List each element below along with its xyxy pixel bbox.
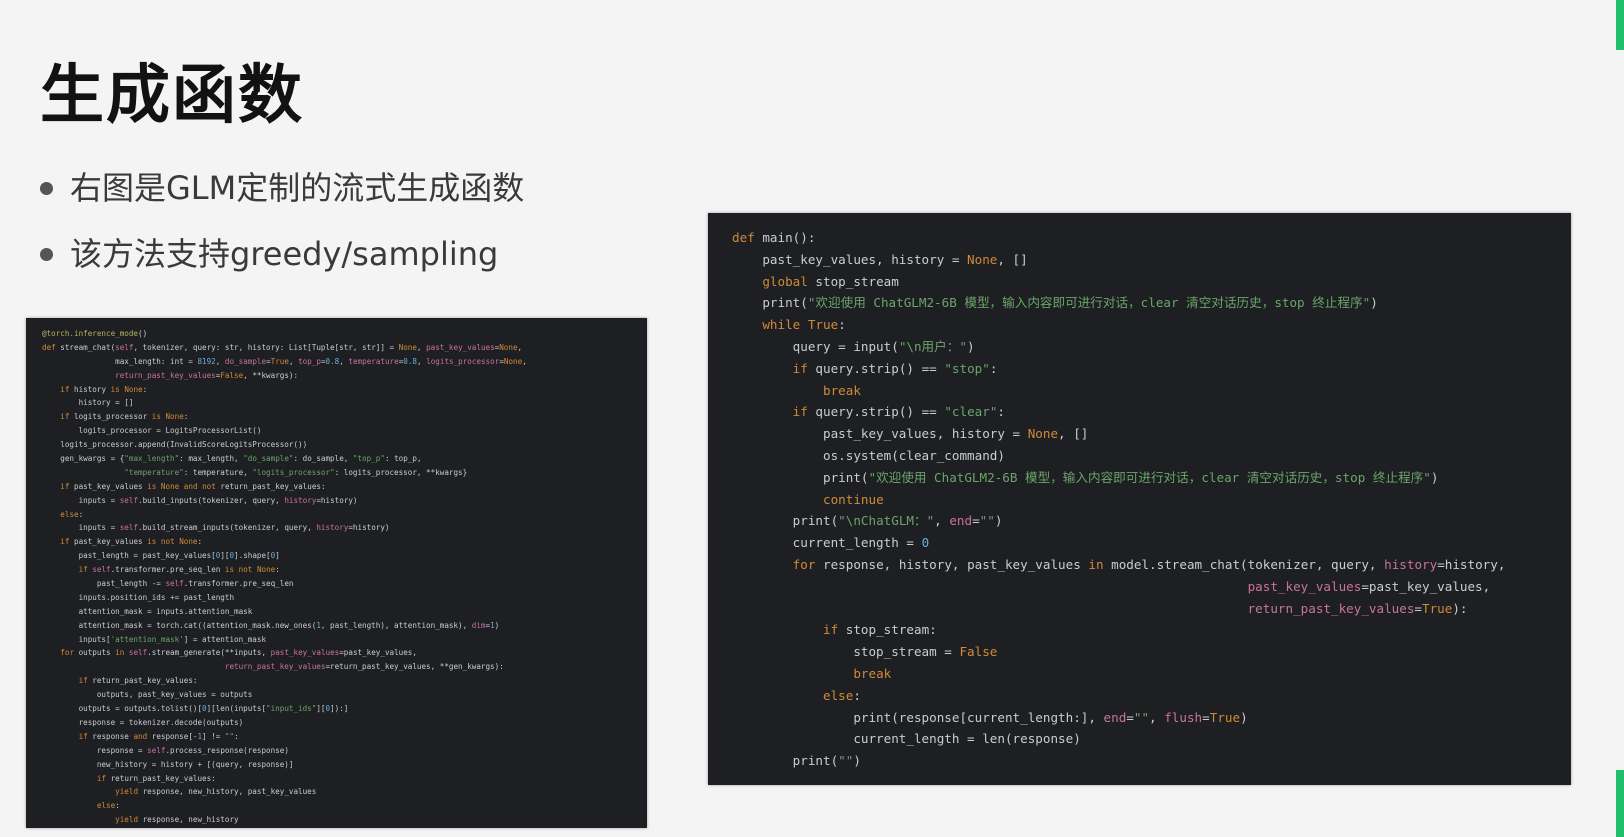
code-line: if query.strip() == "stop": [792,360,998,376]
code-line: return_past_key_values=False, **kwargs): [115,370,299,380]
bullet-text: 该方法支持greedy/sampling [70,235,499,273]
code-line: inputs['attention_mask'] = attention_mas… [42,634,267,644]
code-line: inputs.position_ids += past_length [42,592,235,602]
code-line: current_length = len(response) [732,731,1081,747]
code-line: query = input("\n用户：") [732,338,975,354]
bullet-dot-icon [40,182,53,195]
stream-chat-code-panel: @torch.inference_mode()def stream_chat(s… [26,318,647,828]
code-line: if stop_stream: [823,622,937,638]
accent-edge-top [1616,0,1624,50]
bullet-item: 右图是GLM定制的流式生成函数 [40,168,524,234]
code-line: for response, history, past_key_values i… [792,556,1506,572]
accent-edge-bottom [1616,770,1624,837]
code-line: else: [823,687,861,703]
code-line: if query.strip() == "clear": [792,404,1005,420]
code-line: outputs = outputs.tolist()[0][len(inputs… [42,704,349,714]
code-line: logits_processor.append(InvalidScoreLogi… [42,440,308,450]
code-line: history = [] [42,398,134,408]
code-line: if past_key_values is None and not retur… [60,481,326,491]
main-function-code-panel: def main(): past_key_values, history = N… [708,213,1571,785]
code-line: return_past_key_values=True): [1247,600,1468,616]
code-line: break [853,665,892,681]
code-line: stop_stream = False [732,644,998,660]
code-block: def main(): past_key_values, history = N… [708,227,1571,772]
code-line: if logits_processor is None: [60,412,189,422]
code-line: past_length -= self.transformer.pre_seq_… [42,579,294,589]
code-line: if return_past_key_values: [96,773,216,783]
bullet-dot-icon [40,248,53,261]
code-line: if response and response[-1] != "": [78,731,239,741]
code-line: for outputs in self.stream_generate(**in… [60,648,417,658]
code-line: if past_key_values is not None: [60,537,203,547]
code-line: attention_mask = torch.cat((attention_ma… [42,620,500,630]
code-line: if history is None: [60,384,148,394]
code-line: past_key_values, history = None, [] [732,251,1028,267]
code-line: yield response, new_history [115,815,239,825]
code-line: logits_processor = LogitsProcessorList() [42,426,262,436]
code-line: break [823,382,861,398]
code-line: print("") [732,753,861,769]
code-line: global stop_stream [762,273,899,289]
code-line: inputs = self.build_stream_inputs(tokeni… [42,523,390,533]
code-line: @torch.inference_mode() [42,329,148,338]
code-line: def stream_chat(self, tokenizer, query: … [42,342,523,352]
code-line: else: [96,801,120,811]
code-line: past_key_values, history = None, [] [732,426,1089,442]
bullet-item: 该方法支持greedy/sampling [40,234,524,300]
code-line: "temperature": temperature, "logits_proc… [124,467,468,477]
code-line: new_history = history + [(query, respons… [42,759,294,769]
code-block: @torch.inference_mode()def stream_chat(s… [26,327,647,827]
code-line: yield response, new_history, past_key_va… [115,787,317,797]
code-line: outputs, past_key_values = outputs [42,690,253,700]
code-line: continue [823,491,884,507]
code-line: print("\nChatGLM：", end="") [732,513,1003,529]
code-line: if self.transformer.pre_seq_len is not N… [78,565,280,575]
code-line: else: [60,509,84,519]
code-line: if return_past_key_values: [78,676,198,686]
slide-title: 生成函数 [40,59,304,133]
code-line: print("欢迎使用 ChatGLM2-6B 模型，输入内容即可进行对话，cl… [732,469,1439,485]
code-line: gen_kwargs = {"max_length": max_length, … [42,454,422,464]
code-line: return_past_key_values=return_past_key_v… [224,662,504,672]
code-line: max_length: int = 8192, do_sample=True, … [42,356,527,366]
code-line: print("欢迎使用 ChatGLM2-6B 模型，输入内容即可进行对话，cl… [732,295,1378,311]
code-line: response = self.process_response(respons… [42,745,289,755]
bullet-text: 右图是GLM定制的流式生成函数 [70,169,525,207]
code-line: while True: [762,317,846,333]
code-line: inputs = self.build_inputs(tokenizer, qu… [42,495,358,505]
code-line: print(response[current_length:], end="",… [732,709,1248,725]
code-line: current_length = 0 [732,535,930,551]
code-line: def main(): [732,230,816,245]
bullet-list: 右图是GLM定制的流式生成函数 该方法支持greedy/sampling [40,168,524,300]
code-line: past_key_values=past_key_values, [1247,578,1491,594]
code-line: attention_mask = inputs.attention_mask [42,606,253,616]
code-line: past_length = past_key_values[0][0].shap… [42,551,280,561]
code-line: response = tokenizer.decode(outputs) [42,717,244,727]
code-line: os.system(clear_command) [732,447,1005,463]
